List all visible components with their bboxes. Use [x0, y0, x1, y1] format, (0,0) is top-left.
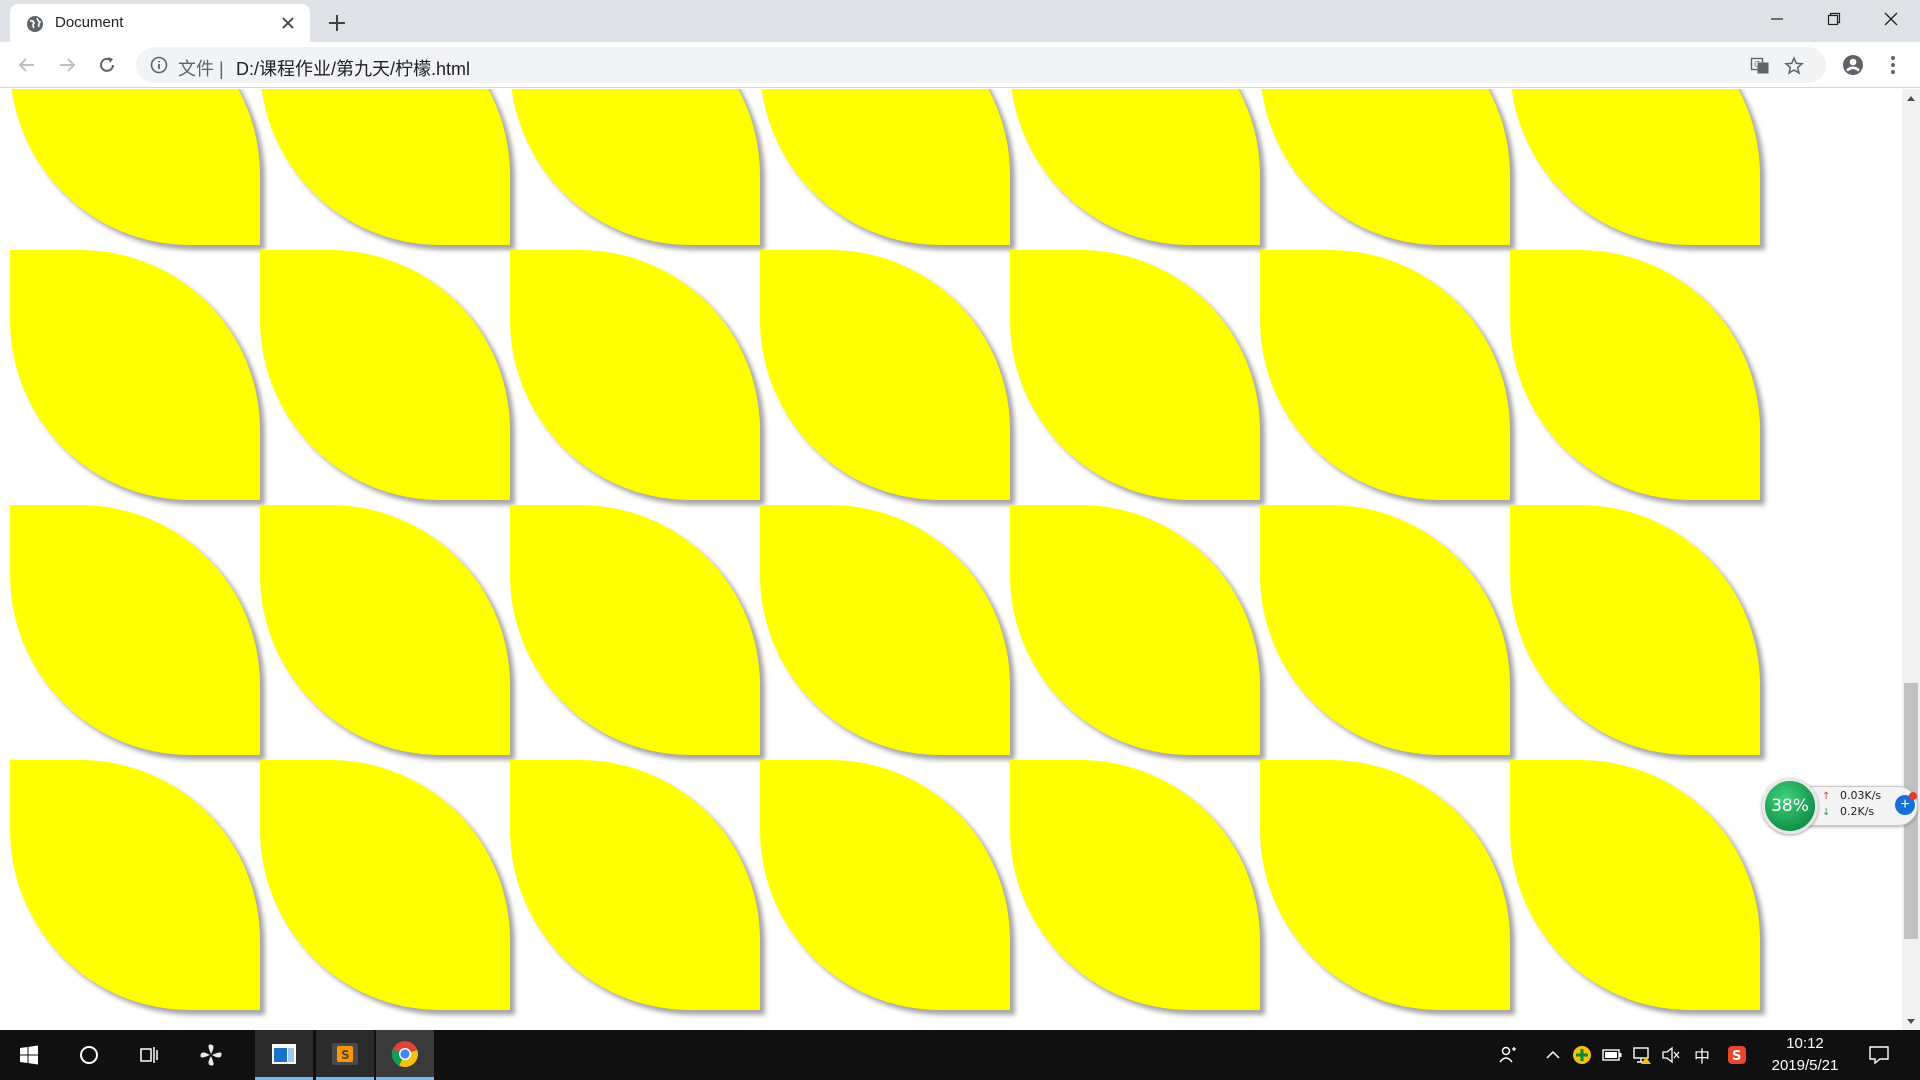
lemon-leaf: [760, 505, 1010, 755]
scroll-down-arrow[interactable]: [1902, 1013, 1920, 1030]
tab-title: Document: [55, 14, 124, 31]
windows-start-icon: [20, 1045, 38, 1065]
upload-speed: ↑ 0.03K/s: [1822, 789, 1882, 802]
account-icon[interactable]: [1842, 54, 1864, 76]
lemon-leaf: [1260, 760, 1510, 1010]
sublime-text-app-button[interactable]: S: [316, 1030, 374, 1080]
lemon-leaf: [1510, 505, 1760, 755]
search-button[interactable]: [60, 1030, 118, 1080]
task-view-icon: [140, 1047, 158, 1063]
svg-text:S: S: [1732, 1049, 1741, 1064]
file-window-app-button[interactable]: [255, 1030, 313, 1080]
ime-indicator[interactable]: 中: [1691, 1044, 1713, 1066]
lemon-leaf: [260, 250, 510, 500]
back-button[interactable]: [13, 51, 41, 79]
sublime-text-icon: S: [332, 1042, 358, 1065]
vertical-scrollbar[interactable]: [1902, 89, 1920, 1030]
lemon-leaf: [510, 89, 760, 245]
info-icon[interactable]: [150, 56, 168, 74]
tab-strip: Document: [0, 0, 1920, 42]
memory-usage-circle[interactable]: 38%: [1762, 778, 1818, 834]
translate-icon[interactable]: G: [1750, 56, 1770, 76]
battery-icon[interactable]: [1601, 1044, 1623, 1066]
start-button[interactable]: [0, 1030, 58, 1080]
network-icon[interactable]: [1631, 1044, 1653, 1066]
lemon-leaf: [260, 505, 510, 755]
notification-dot: [1909, 792, 1917, 800]
cortana-search-icon: [80, 1046, 98, 1064]
globe-icon: [27, 16, 43, 32]
chevron-up-icon[interactable]: [1542, 1044, 1564, 1066]
chrome-app-button[interactable]: [376, 1030, 434, 1080]
close-icon[interactable]: [278, 13, 298, 33]
pinwheel-app-icon: [199, 1043, 223, 1067]
security-shield-icon[interactable]: [1571, 1044, 1593, 1066]
restore-icon: [1827, 12, 1841, 26]
lemon-leaf: [260, 760, 510, 1010]
lemon-leaf: [1260, 505, 1510, 755]
lemon-leaf: [760, 89, 1010, 245]
lemon-leaf: [760, 250, 1010, 500]
lemon-leaf: [1010, 505, 1260, 755]
chrome-icon: [391, 1040, 418, 1067]
memory-percent: 38%: [1771, 796, 1809, 816]
svg-text:S: S: [341, 1048, 350, 1062]
clock-date[interactable]: 2019/5/21: [1762, 1057, 1848, 1074]
lemon-leaf: [1010, 250, 1260, 500]
clock-time[interactable]: 10:12: [1770, 1035, 1840, 1052]
lemon-leaf: [10, 505, 260, 755]
window-close-button[interactable]: [1862, 0, 1920, 38]
reload-icon: [100, 57, 114, 72]
scroll-up-arrow[interactable]: [1902, 89, 1920, 106]
forward-arrow-icon: [60, 58, 76, 72]
lemon-leaf: [1260, 250, 1510, 500]
reload-button[interactable]: [93, 51, 121, 79]
lemon-leaf: [1510, 89, 1760, 245]
lemon-leaf: [760, 760, 1010, 1010]
lemon-leaf: [1010, 760, 1260, 1010]
people-icon[interactable]: [1497, 1044, 1519, 1066]
lemon-leaf: [1510, 760, 1760, 1010]
svg-text:G: G: [1754, 60, 1760, 69]
triangle-up-icon: [1907, 95, 1915, 101]
triangle-down-icon: [1907, 1018, 1915, 1024]
notification-icon[interactable]: [1868, 1044, 1890, 1066]
volume-muted-icon[interactable]: [1660, 1044, 1682, 1066]
network-monitor-widget[interactable]: ↑ 0.03K/s ↓ 0.2K/s + 38%: [1762, 778, 1918, 834]
lemon-leaf: [510, 250, 760, 500]
lemon-leaf: [260, 89, 510, 245]
pinwheel-app-button[interactable]: [182, 1030, 240, 1080]
lemon-leaf: [10, 89, 260, 245]
lemon-leaf: [10, 250, 260, 500]
minimize-button[interactable]: [1748, 0, 1806, 38]
download-speed: ↓ 0.2K/s: [1822, 805, 1875, 818]
windows-taskbar: S 中 S 10:12 2019/5/21: [0, 1030, 1920, 1080]
lemon-leaf: [510, 760, 760, 1010]
restore-button[interactable]: [1805, 0, 1863, 38]
star-icon[interactable]: [1784, 56, 1804, 76]
scheme-label: 文件 |: [178, 59, 224, 79]
window-close-icon: [1884, 12, 1898, 26]
lemon-leaf: [510, 505, 760, 755]
address-bar[interactable]: 文件 | D:/课程作业/第九天/柠檬.html G: [136, 47, 1826, 83]
browser-toolbar: 文件 | D:/课程作业/第九天/柠檬.html G: [0, 42, 1920, 88]
minimize-icon: [1771, 18, 1783, 20]
plus-icon[interactable]: [324, 10, 350, 36]
forward-button[interactable]: [53, 51, 81, 79]
file-window-icon: [272, 1043, 296, 1064]
lemon-leaf: [1010, 89, 1260, 245]
more-vertical-icon[interactable]: [1882, 54, 1904, 76]
task-view-button[interactable]: [120, 1030, 178, 1080]
lemon-leaf: [1260, 89, 1510, 245]
url-text[interactable]: D:/课程作业/第九天/柠檬.html: [236, 55, 470, 81]
page-viewport: [0, 89, 1902, 1030]
lemon-leaf: [10, 760, 260, 1010]
back-arrow-icon: [18, 58, 34, 72]
sogou-input-icon[interactable]: S: [1726, 1044, 1748, 1066]
lemon-leaf: [1510, 250, 1760, 500]
browser-tab[interactable]: Document: [10, 4, 310, 42]
